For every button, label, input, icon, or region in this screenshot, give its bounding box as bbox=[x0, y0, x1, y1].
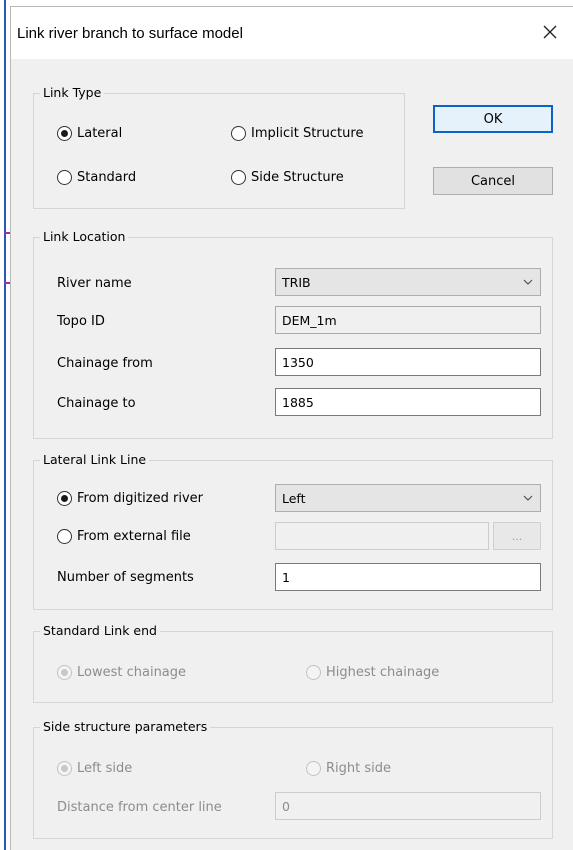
link-river-branch-dialog: Link river branch to surface model Link … bbox=[10, 6, 573, 850]
radio-from-digitized-river[interactable]: From digitized river bbox=[57, 488, 203, 508]
dialog-title: Link river branch to surface model bbox=[17, 25, 243, 42]
topo-id-label: Topo ID bbox=[57, 314, 105, 329]
side-structure-parameters-legend: Side structure parameters bbox=[40, 719, 211, 735]
chainage-to-input[interactable]: 1885 bbox=[275, 388, 541, 416]
radio-lateral[interactable]: Lateral bbox=[57, 123, 122, 143]
chainage-to-label: Chainage to bbox=[57, 396, 136, 411]
lateral-link-line-group: Lateral Link Line From digitized river L… bbox=[33, 452, 553, 610]
radio-circle bbox=[57, 169, 72, 185]
distance-from-center-line-input[interactable]: 0 bbox=[275, 792, 541, 820]
external-file-input[interactable] bbox=[275, 522, 489, 550]
standard-link-end-group: Standard Link end Lowest chainage Highes… bbox=[33, 623, 553, 703]
link-location-group: Link Location River name TRIB Topo ID DE… bbox=[33, 229, 553, 439]
browse-button[interactable]: ... bbox=[493, 522, 541, 550]
link-type-legend: Link Type bbox=[40, 85, 105, 101]
radio-label: Implicit Structure bbox=[251, 125, 364, 141]
lateral-link-line-legend: Lateral Link Line bbox=[40, 452, 150, 468]
radio-label: Standard bbox=[77, 169, 137, 185]
radio-label: Lateral bbox=[77, 125, 123, 141]
radio-label: From digitized river bbox=[77, 490, 203, 506]
link-type-group: Link Type Lateral Implicit Structure Sta… bbox=[33, 85, 405, 209]
radio-standard[interactable]: Standard bbox=[57, 167, 136, 187]
number-of-segments-input[interactable]: 1 bbox=[275, 563, 541, 591]
radio-label: Lowest chainage bbox=[77, 664, 187, 680]
chevron-down-icon bbox=[523, 495, 533, 501]
radio-circle bbox=[57, 490, 72, 506]
radio-from-external-file[interactable]: From external file bbox=[57, 526, 191, 546]
chevron-down-icon bbox=[523, 279, 533, 285]
number-of-segments-value: 1 bbox=[282, 569, 290, 585]
chainage-from-label: Chainage from bbox=[57, 356, 153, 371]
digitized-side-select[interactable]: Left bbox=[275, 484, 541, 512]
river-name-label: River name bbox=[57, 276, 132, 291]
radio-side-structure[interactable]: Side Structure bbox=[231, 167, 344, 187]
cancel-button[interactable]: Cancel bbox=[433, 167, 553, 195]
side-structure-parameters-group: Side structure parameters Left side Righ… bbox=[33, 719, 553, 839]
number-of-segments-label: Number of segments bbox=[57, 570, 194, 585]
digitized-side-value: Left bbox=[282, 490, 306, 506]
radio-label: Right side bbox=[326, 760, 391, 776]
radio-highest-chainage[interactable]: Highest chainage bbox=[306, 662, 439, 682]
radio-circle bbox=[231, 169, 246, 185]
background-window-edge bbox=[4, 0, 6, 850]
radio-label: From external file bbox=[77, 528, 191, 544]
chainage-to-value: 1885 bbox=[282, 394, 314, 410]
topo-id-field[interactable]: DEM_1m bbox=[275, 306, 541, 334]
topo-id-value: DEM_1m bbox=[282, 312, 337, 328]
radio-right-side[interactable]: Right side bbox=[306, 758, 391, 778]
radio-lowest-chainage[interactable]: Lowest chainage bbox=[57, 662, 186, 682]
close-icon bbox=[543, 25, 557, 39]
radio-label: Highest chainage bbox=[326, 664, 440, 680]
standard-link-end-legend: Standard Link end bbox=[40, 623, 160, 639]
radio-circle bbox=[306, 664, 321, 680]
ok-button[interactable]: OK bbox=[433, 105, 553, 133]
radio-circle bbox=[231, 125, 246, 141]
title-bar: Link river branch to surface model bbox=[11, 7, 573, 59]
radio-circle bbox=[57, 664, 72, 680]
radio-label: Left side bbox=[77, 760, 133, 776]
chainage-from-input[interactable]: 1350 bbox=[275, 348, 541, 376]
radio-circle bbox=[306, 760, 321, 776]
radio-circle bbox=[57, 125, 72, 141]
distance-from-center-line-label: Distance from center line bbox=[57, 800, 222, 815]
radio-left-side[interactable]: Left side bbox=[57, 758, 132, 778]
radio-circle bbox=[57, 760, 72, 776]
river-name-select[interactable]: TRIB bbox=[275, 268, 541, 296]
radio-label: Side Structure bbox=[251, 169, 344, 185]
distance-from-center-line-value: 0 bbox=[282, 798, 290, 814]
radio-implicit-structure[interactable]: Implicit Structure bbox=[231, 123, 363, 143]
radio-circle bbox=[57, 528, 72, 544]
chainage-from-value: 1350 bbox=[282, 354, 314, 370]
close-button[interactable] bbox=[535, 17, 565, 47]
link-location-legend: Link Location bbox=[40, 229, 129, 245]
river-name-value: TRIB bbox=[282, 274, 311, 290]
